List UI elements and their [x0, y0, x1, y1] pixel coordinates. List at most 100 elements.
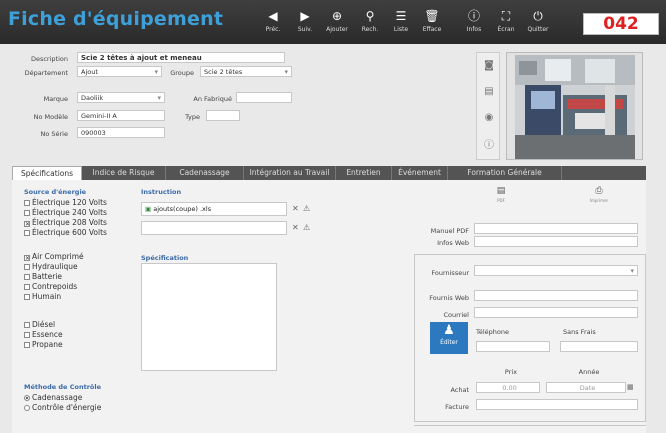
toolbar-button-écran[interactable]: ⛶ Écran — [491, 6, 521, 42]
achat-date-field[interactable]: Date — [546, 382, 626, 393]
checkbox-fuel-0[interactable]: Diésel — [24, 320, 55, 329]
no-modele-field[interactable]: Gemini-II A — [77, 110, 165, 121]
checkbox-fuel-1[interactable]: Essence — [24, 330, 63, 339]
eye-icon[interactable]: ◉ — [482, 111, 496, 125]
print-icon[interactable]: ⎙ — [589, 186, 609, 196]
radio-methode-0[interactable]: Cadenassage — [24, 393, 82, 402]
toolbar-button-liste[interactable]: ☰ Liste — [386, 6, 416, 42]
info-icon[interactable]: ⓘ — [482, 139, 496, 153]
description-field[interactable]: Scie 2 têtes à ajout et meneau — [77, 52, 285, 63]
sans-frais-field[interactable] — [560, 341, 638, 352]
no-serie-field[interactable]: 090003 — [77, 127, 165, 138]
calendar-icon[interactable]: ▦ — [627, 383, 634, 391]
courriel-field[interactable] — [474, 307, 638, 318]
toolbar-button-rech[interactable]: ⚲ Rech. — [355, 6, 385, 42]
checkbox-other-3[interactable]: Contrepoids — [24, 282, 77, 291]
tab-1[interactable]: Indice de Risque — [82, 166, 166, 180]
fournisseur-select[interactable] — [474, 265, 638, 276]
departement-select[interactable]: Ajout — [77, 66, 162, 77]
empty-box-icon — [24, 230, 30, 236]
empty-box-icon — [24, 284, 30, 290]
radio-methode-1[interactable]: Contrôle d'énergie — [24, 403, 101, 412]
tab-2[interactable]: Cadenassage — [166, 166, 244, 180]
warning-icon[interactable]: ⚠ — [303, 223, 310, 232]
checkbox-fuel-2[interactable]: Propane — [24, 340, 63, 349]
camera-icon[interactable]: ◙ — [482, 59, 496, 73]
equipment-photo — [506, 52, 643, 160]
radio-label: Contrôle d'énergie — [32, 403, 102, 412]
toolbar-button-infos[interactable]: ⓘ Infos — [459, 6, 489, 42]
search-icon: ⚲ — [365, 9, 375, 23]
instruction-file2-field[interactable] — [141, 221, 287, 235]
tab-4[interactable]: Entretien — [336, 166, 392, 180]
marque-select[interactable]: Daoliik — [77, 92, 165, 103]
prix-label: Prix — [504, 368, 518, 376]
checkbox-other-2[interactable]: Batterie — [24, 272, 62, 281]
toolbar-button-suiv[interactable]: ▶ Suiv. — [290, 6, 320, 42]
toolbar-label: Préc. — [265, 26, 281, 33]
toolbar-label: Rech. — [361, 26, 379, 33]
achat-prix-field[interactable]: 0.00 — [476, 382, 540, 393]
checkbox-electric-0[interactable]: Électrique 120 Volts — [24, 198, 107, 207]
instruction-file-name: ajouts(coupe) .xls — [153, 205, 212, 213]
telephone-field[interactable] — [476, 341, 550, 352]
facture-label: Facture — [445, 403, 469, 411]
checkbox-label: Humain — [32, 292, 62, 301]
description-label: Description — [30, 55, 68, 63]
departement-label: Département — [24, 69, 68, 77]
toolbar-button-ajouter[interactable]: ⊕ Ajouter — [322, 6, 352, 42]
warning-icon[interactable]: ⚠ — [303, 204, 310, 213]
no-serie-label: No Série — [40, 130, 68, 138]
toolbar-button-efface[interactable]: 🗑 Efface — [417, 6, 447, 42]
toolbar-label: Écran — [497, 26, 515, 33]
toolbar-label: Quitter — [527, 26, 549, 33]
clear-icon[interactable]: ✕ — [292, 223, 299, 232]
checkbox-other-4[interactable]: Humain — [24, 292, 61, 301]
tab-6[interactable]: Formation Générale — [448, 166, 562, 180]
groupe-label: Groupe — [170, 69, 194, 77]
list-icon: ☰ — [395, 9, 407, 23]
header-bar: Fiche d'équipement ◀ Préc. ▶ Suiv. ⊕ Ajouter ⚲… — [0, 0, 666, 44]
specification-title: Spécification — [141, 254, 189, 262]
infos-web-label: Infos Web — [437, 239, 469, 247]
checkbox-label: Électrique 600 Volts — [32, 228, 107, 237]
trash-icon: 🗑 — [424, 9, 440, 23]
checkbox-electric-3[interactable]: Électrique 600 Volts — [24, 228, 107, 237]
checkbox-other-1[interactable]: Hydraulique — [24, 262, 78, 271]
photo-tools: ◙ ▤ ◉ ⓘ — [476, 52, 500, 160]
an-fabrique-field[interactable] — [236, 92, 292, 103]
tab-5[interactable]: Événement — [392, 166, 448, 180]
toolbar-button-préc[interactable]: ◀ Préc. — [258, 6, 288, 42]
tab-3[interactable]: Intégration au Travail — [244, 166, 336, 180]
tab-0[interactable]: Spécifications — [12, 166, 82, 180]
print-label: Imprimer — [589, 198, 609, 203]
courriel-label: Courriel — [443, 311, 469, 319]
checkbox-label: Contrepoids — [32, 282, 78, 291]
type-field[interactable] — [206, 110, 240, 121]
empty-box-icon — [24, 342, 30, 348]
arrow-left-icon: ◀ — [268, 9, 278, 23]
checkbox-electric-2[interactable]: ✕ Électrique 208 Volts — [24, 218, 107, 228]
instruction-file-field[interactable]: ▣ ajouts(coupe) .xls — [141, 202, 287, 216]
pdf-icon[interactable]: ▤ — [491, 186, 511, 196]
add-icon: ⊕ — [331, 9, 343, 23]
toolbar-label: Liste — [393, 26, 409, 33]
fournis-web-field[interactable] — [474, 290, 638, 301]
excel-icon: ▣ — [145, 205, 152, 213]
instruction-title: Instruction — [141, 188, 182, 196]
infos-web-field[interactable] — [474, 236, 638, 247]
editer-button[interactable]: ♟ Éditer — [430, 322, 468, 354]
checkbox-electric-1[interactable]: Électrique 240 Volts — [24, 208, 107, 217]
page-title: Fiche d'équipement — [8, 8, 224, 30]
specification-textarea[interactable] — [141, 263, 277, 371]
manuel-pdf-field[interactable] — [474, 223, 638, 234]
checkbox-other-0[interactable]: ✕ Air Comprimé — [24, 252, 84, 262]
clear-icon[interactable]: ✕ — [292, 204, 299, 213]
achat-label: Achat — [450, 386, 469, 394]
toolbar-button-quitter[interactable]: ⏻ Quitter — [523, 6, 553, 42]
facture-field[interactable] — [476, 399, 638, 410]
checkbox-label: Électrique 240 Volts — [32, 208, 107, 217]
document-icon[interactable]: ▤ — [482, 85, 496, 99]
groupe-select[interactable]: Scie 2 têtes — [200, 66, 292, 77]
checkbox-label: Air Comprimé — [32, 252, 84, 261]
